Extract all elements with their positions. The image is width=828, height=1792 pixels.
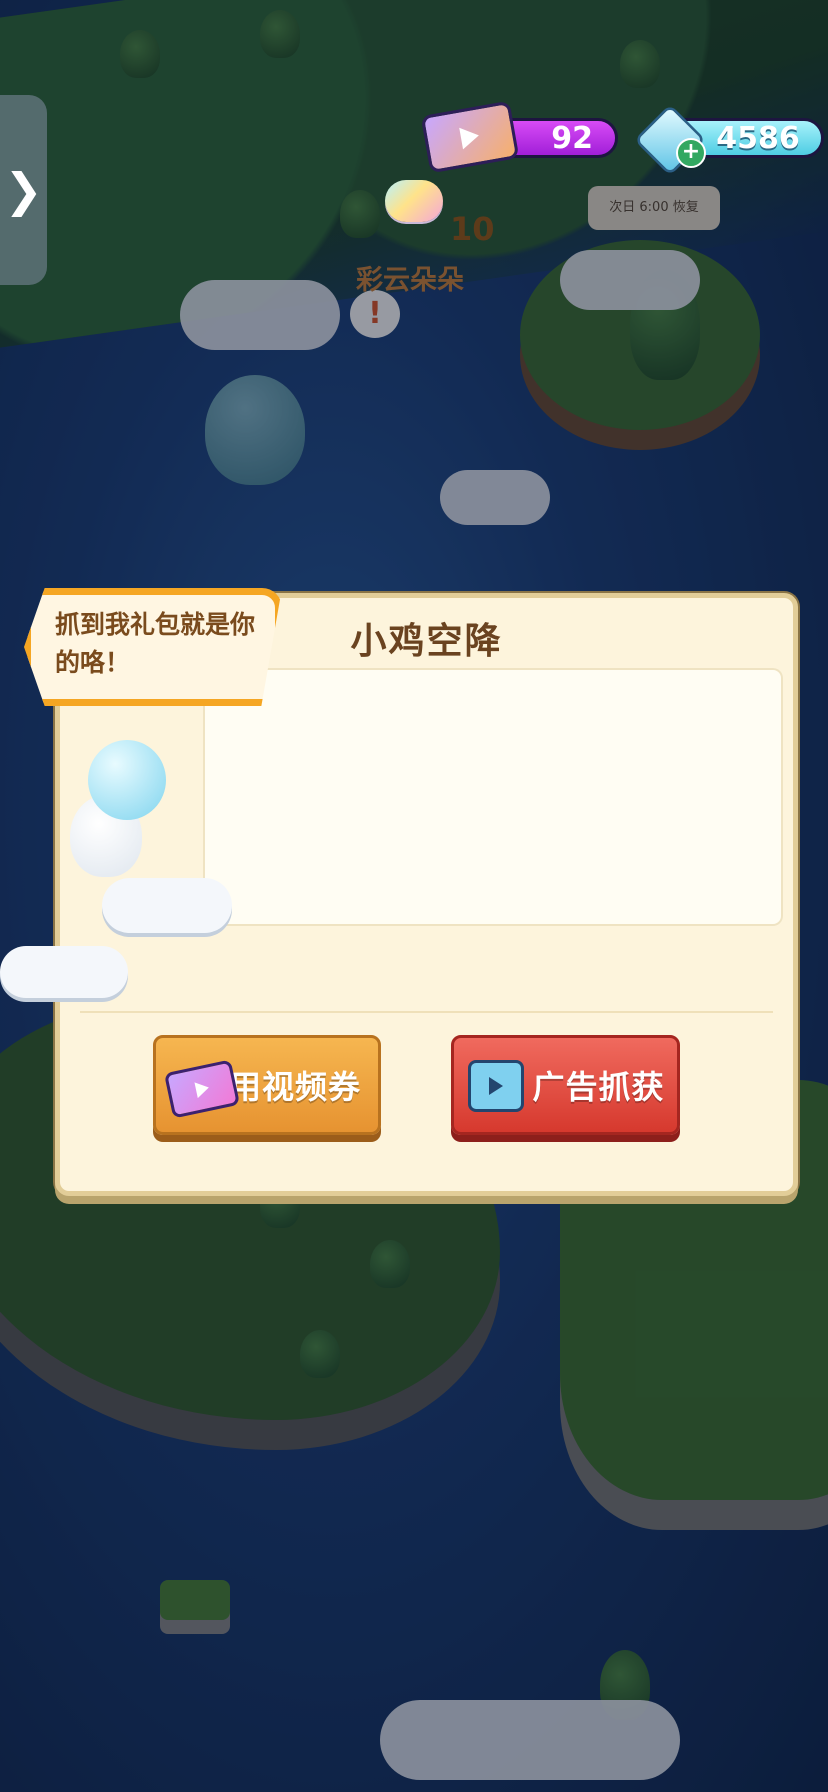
add-gem-button[interactable]: +	[676, 138, 706, 168]
tv-play-icon	[468, 1060, 524, 1112]
speech-bubble-text: 抓到我礼包就是你的咯！	[55, 610, 256, 677]
watch-ad-capture-button[interactable]: 广告抓获	[451, 1035, 680, 1135]
video-ticket-count: 92	[551, 120, 593, 156]
divider	[80, 1011, 773, 1013]
side-menu-tab[interactable]: ❯	[0, 95, 47, 285]
chick-mascot-icon	[88, 740, 166, 820]
cloud-icon	[0, 946, 128, 998]
reward-name: 彩云朵朵	[356, 265, 464, 296]
video-ticket-icon	[163, 1059, 241, 1119]
rainbow-cloud-icon	[385, 180, 443, 222]
cloud-icon	[102, 878, 232, 933]
gem-count: 4586	[716, 120, 800, 156]
use-video-ticket-button[interactable]: 用视频券	[153, 1035, 381, 1135]
reward-count: 10	[450, 210, 495, 248]
reward-panel	[203, 668, 783, 926]
use-video-ticket-label: 用视频券	[228, 1068, 361, 1106]
watch-ad-capture-label: 广告抓获	[532, 1068, 665, 1106]
